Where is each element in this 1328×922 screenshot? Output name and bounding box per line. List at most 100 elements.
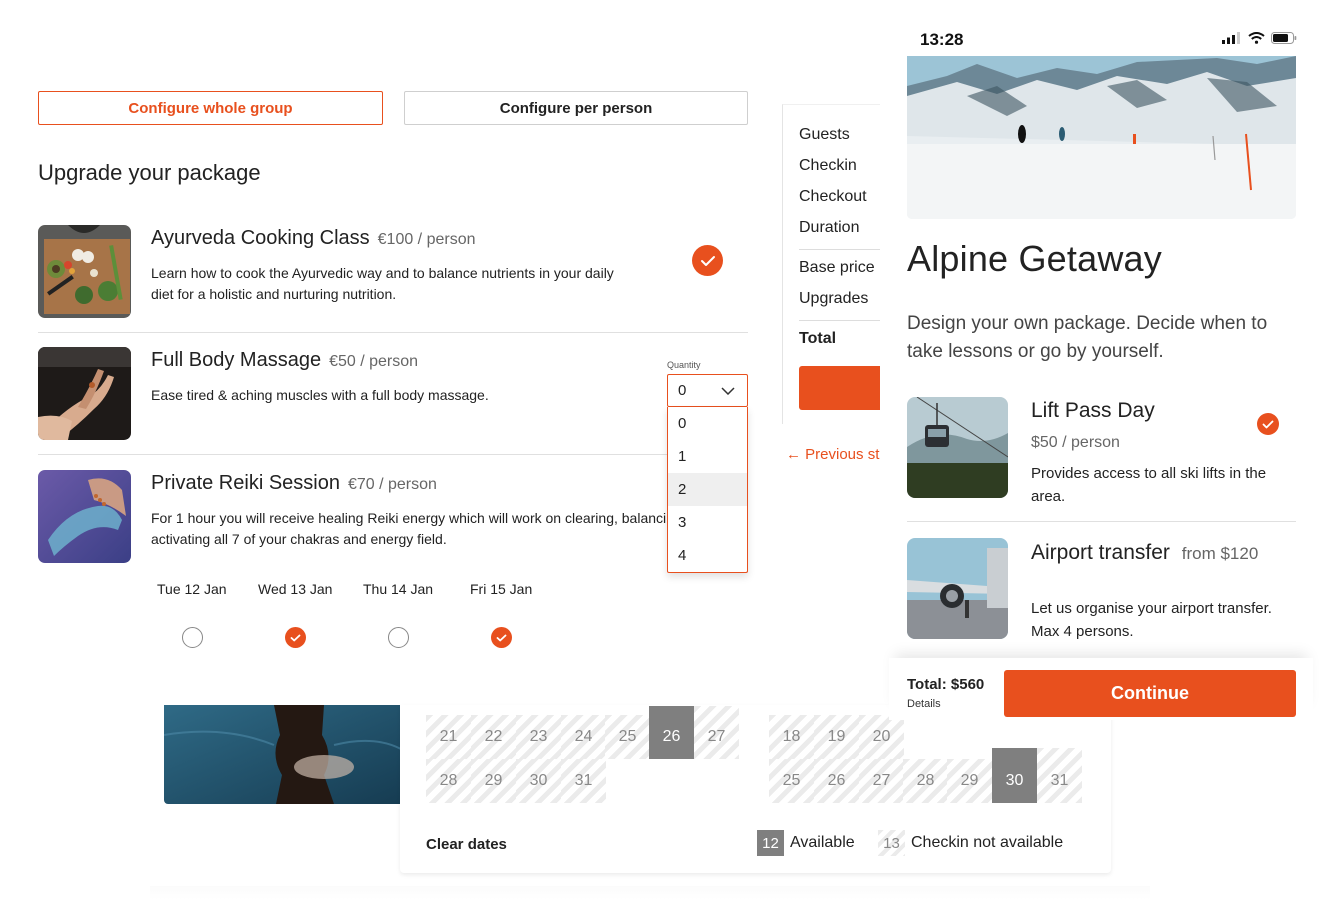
summary-base-price-label: Base price <box>799 259 875 276</box>
calendar-day[interactable]: 25 <box>605 715 650 759</box>
calendar-day[interactable]: 26 <box>814 759 859 803</box>
upgrade-item-reiki: Private Reiki Session €70 / person For 1 … <box>38 470 748 563</box>
legend-not-available-label: Checkin not available <box>911 834 1064 851</box>
checkmark-icon <box>290 634 301 641</box>
description-line: Learn how to cook the Ayurvedic way and … <box>151 265 614 281</box>
section-title: Upgrade your package <box>38 160 261 185</box>
quantity-option[interactable]: 2 <box>668 473 747 506</box>
calendar-day[interactable]: 29 <box>947 759 992 803</box>
summary-upgrades-label: Upgrades <box>799 290 869 307</box>
mobile-footer: Total: $560 Details Continue <box>889 658 1313 720</box>
select-lift-pass-checkbox[interactable] <box>1257 413 1279 435</box>
calendar-day[interactable]: 27 <box>694 706 739 759</box>
ski-slope-hero-image <box>907 56 1296 219</box>
booking-summary: Guests Checkin Checkout Duration Base pr… <box>782 104 880 424</box>
quantity-select[interactable]: 0 <box>667 374 748 407</box>
description-line: For 1 hour you will receive healing Reik… <box>151 510 701 526</box>
item-title: Lift Pass Day <box>1031 399 1155 422</box>
divider <box>799 320 880 321</box>
package-title: Alpine Getaway <box>907 238 1162 279</box>
continue-button[interactable]: Continue <box>1004 670 1296 717</box>
legend-available-swatch: 12 <box>757 830 784 856</box>
calendar-day[interactable]: 19 <box>814 715 859 759</box>
calendar-day[interactable]: 28 <box>903 759 948 803</box>
divider <box>907 521 1296 522</box>
upgrade-description: For 1 hour you will receive healing Reik… <box>151 508 701 550</box>
date-radio-fri-15[interactable] <box>491 627 512 648</box>
upgrade-title: Full Body Massage <box>151 349 322 371</box>
calendar-day[interactable]: 22 <box>471 715 516 759</box>
calendar-day[interactable]: 20 <box>859 715 904 759</box>
cooking-ingredients-image <box>38 225 131 318</box>
checkmark-icon <box>496 634 507 641</box>
upgrade-title: Private Reiki Session <box>151 472 340 494</box>
quantity-option[interactable]: 3 <box>668 506 747 539</box>
calendar-day-available[interactable]: 30 <box>992 748 1037 803</box>
summary-duration-label: Duration <box>799 219 860 236</box>
details-link[interactable]: Details <box>907 698 941 710</box>
configure-whole-group-button[interactable]: Configure whole group <box>38 91 383 125</box>
chevron-down-icon <box>721 386 735 395</box>
package-subtitle: Design your own package. Decide when to … <box>907 313 1268 362</box>
calendar-day[interactable]: 21 <box>426 715 471 759</box>
description-line: diet for a holistic and nurturing nutrit… <box>151 286 397 302</box>
item-title: Airport transfer <box>1031 541 1170 564</box>
wifi-icon <box>1248 32 1265 44</box>
calendar-day[interactable]: 18 <box>769 715 814 759</box>
reiki-image <box>38 470 131 563</box>
calendar-day[interactable]: 27 <box>859 759 904 803</box>
clear-dates-button[interactable]: Clear dates <box>426 836 507 853</box>
summary-guests-label: Guests <box>799 126 850 143</box>
quantity-value: 0 <box>678 382 687 399</box>
quantity-option[interactable]: 0 <box>668 407 747 440</box>
checkmark-icon <box>700 255 715 266</box>
quantity-option[interactable]: 1 <box>668 440 747 473</box>
divider <box>799 249 880 250</box>
item-price: $50 / person <box>1031 434 1120 451</box>
item-title-row: Airport transfer from $120 <box>1031 541 1258 565</box>
calendar-day[interactable]: 23 <box>516 715 561 759</box>
mobile-item-lift-pass: Lift Pass Day $50 / person Provides acce… <box>907 397 1296 507</box>
total-price: Total: $560 <box>907 676 985 693</box>
upgrade-description: Ease tired & aching muscles with a full … <box>151 385 489 406</box>
quantity-label: Quantity <box>667 360 701 370</box>
select-ayurveda-checkbox[interactable] <box>692 245 723 276</box>
quantity-option[interactable]: 4 <box>668 539 747 572</box>
date-label: Thu 14 Jan <box>363 581 434 597</box>
description-line: activating all 7 of your chakras and ene… <box>151 531 447 547</box>
item-price-row: $50 / person <box>1031 429 1120 453</box>
airplane-image <box>907 538 1008 639</box>
massage-image <box>38 347 131 440</box>
summary-total-label: Total <box>799 330 837 347</box>
calendar-day[interactable]: 31 <box>1037 748 1082 803</box>
calendar-day[interactable]: 30 <box>516 759 561 803</box>
cable-car-image <box>907 397 1008 498</box>
date-radio-tue-12[interactable] <box>182 627 203 648</box>
summary-continue-button[interactable] <box>799 366 880 410</box>
divider <box>38 332 748 333</box>
upgrade-title: Ayurveda Cooking Class <box>151 227 370 249</box>
calendar-day[interactable]: 24 <box>561 715 606 759</box>
summary-checkin-label: Checkin <box>799 157 857 174</box>
date-radio-thu-14[interactable] <box>388 627 409 648</box>
previous-step-link[interactable]: ← Previous step <box>786 446 880 463</box>
date-label: Fri 15 Jan <box>470 581 533 597</box>
calendar-day[interactable]: 25 <box>769 759 814 803</box>
item-price: from $120 <box>1181 544 1259 563</box>
date-radio-wed-13[interactable] <box>285 627 306 648</box>
upgrade-item-ayurveda: Ayurveda Cooking Class €100 / person Lear… <box>38 225 748 318</box>
configure-per-person-button[interactable]: Configure per person <box>404 91 748 125</box>
pool-photo <box>164 705 401 804</box>
calendar-day-available[interactable]: 26 <box>649 706 694 759</box>
date-label: Wed 13 Jan <box>258 581 333 597</box>
calendar-day[interactable]: 28 <box>426 759 471 803</box>
calendar-day[interactable]: 29 <box>471 759 516 803</box>
status-icons <box>1222 32 1297 44</box>
date-label: Tue 12 Jan <box>157 581 227 597</box>
upgrade-price: €50 / person <box>329 353 419 370</box>
calendar-day[interactable]: 31 <box>561 759 606 803</box>
upgrade-item-massage: Full Body Massage €50 / person Ease tired… <box>38 347 748 440</box>
item-description: Let us organise your airport transfer. M… <box>1031 600 1272 640</box>
summary-checkout-label: Checkout <box>799 188 867 205</box>
divider <box>38 454 748 455</box>
